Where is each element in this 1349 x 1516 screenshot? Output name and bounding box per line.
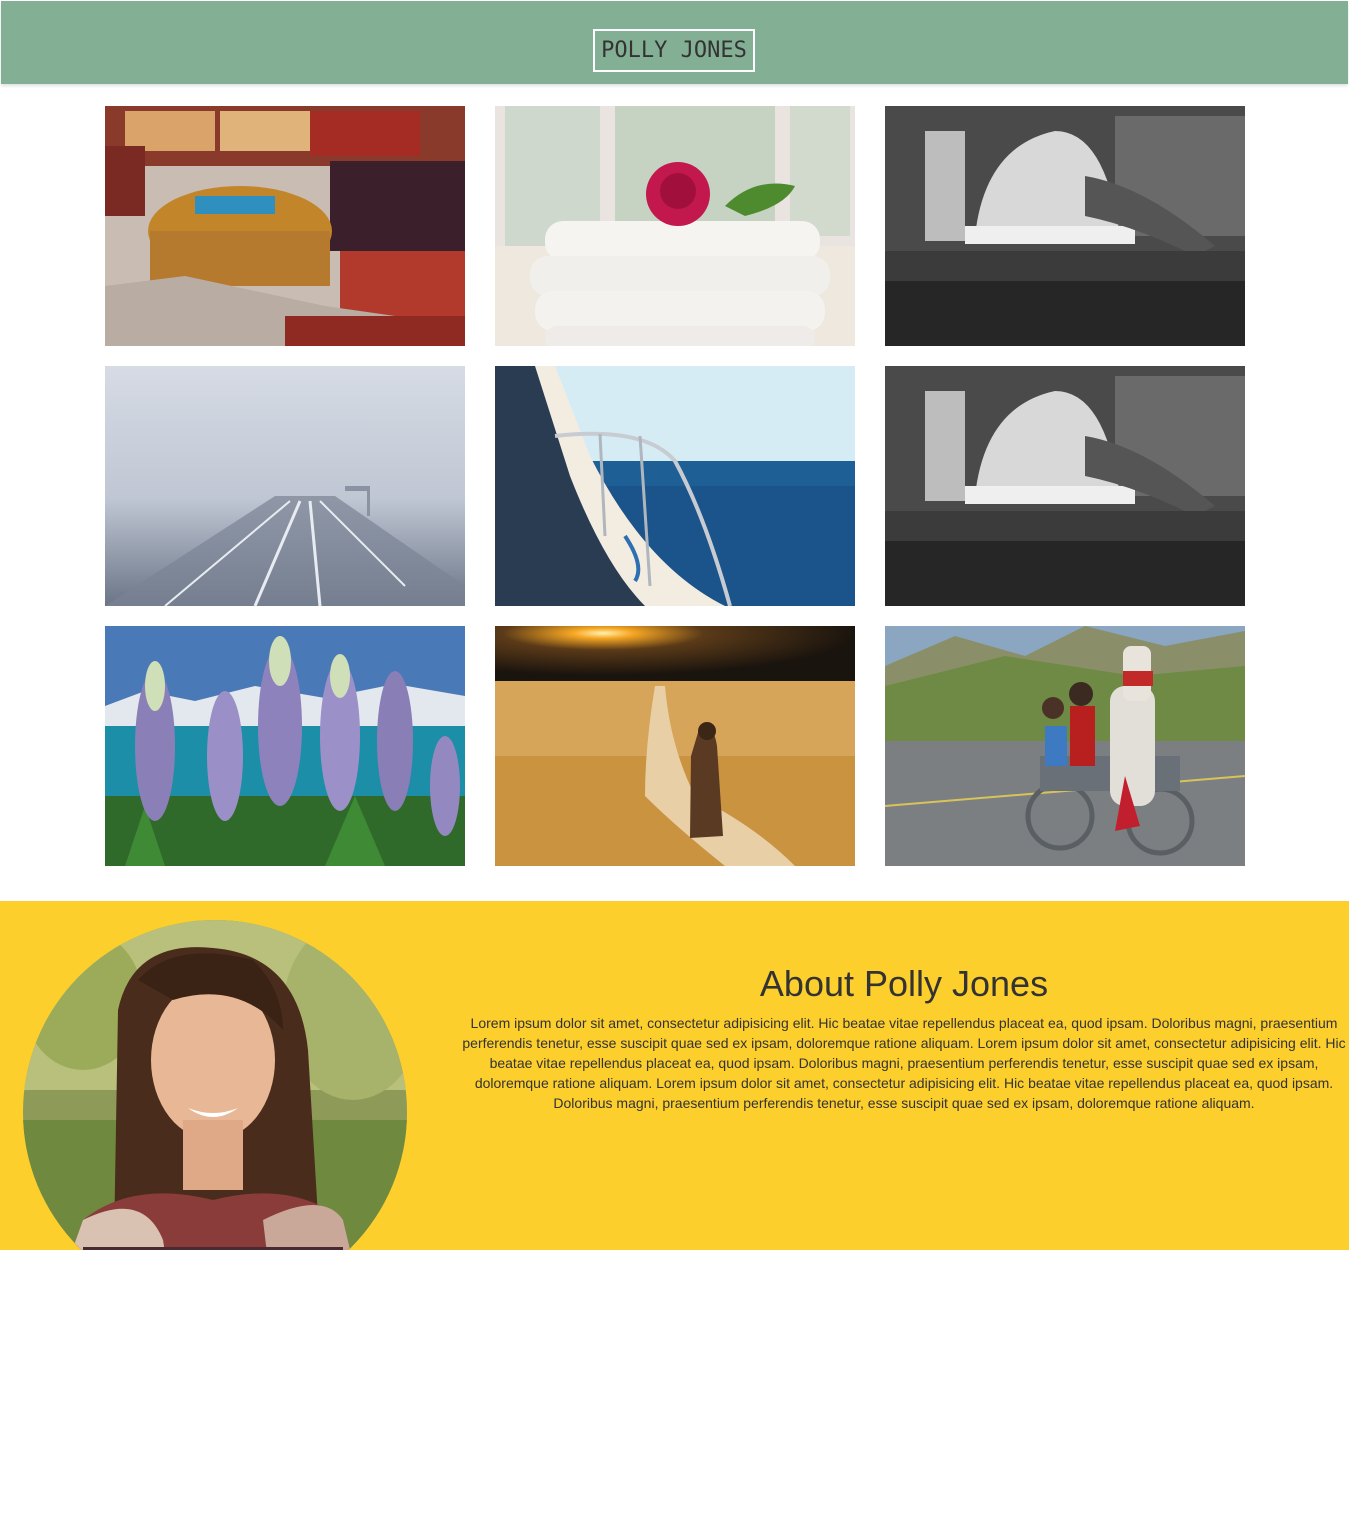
portrait-photo	[23, 920, 407, 1250]
car-mechanic-photo[interactable]	[885, 106, 1245, 346]
lupine-flowers-photo[interactable]	[105, 626, 465, 866]
monk-field-photo[interactable]	[495, 626, 855, 866]
boat-sea-photo[interactable]	[495, 366, 855, 606]
site-header: POLLY JONES	[1, 1, 1348, 84]
horse-cart-photo[interactable]	[885, 626, 1245, 866]
about-title: About Polly Jones	[759, 963, 1049, 1004]
site-logo[interactable]: POLLY JONES	[593, 29, 755, 72]
about-section: About Polly Jones Lorem ipsum dolor sit …	[0, 901, 1349, 1250]
rose-towels-photo[interactable]	[495, 106, 855, 346]
foggy-highway-photo[interactable]	[105, 366, 465, 606]
cushions-photo[interactable]	[105, 106, 465, 346]
about-body: Lorem ipsum dolor sit amet, consectetur …	[462, 1015, 1346, 1111]
car-mechanic-photo-2[interactable]	[885, 366, 1245, 606]
